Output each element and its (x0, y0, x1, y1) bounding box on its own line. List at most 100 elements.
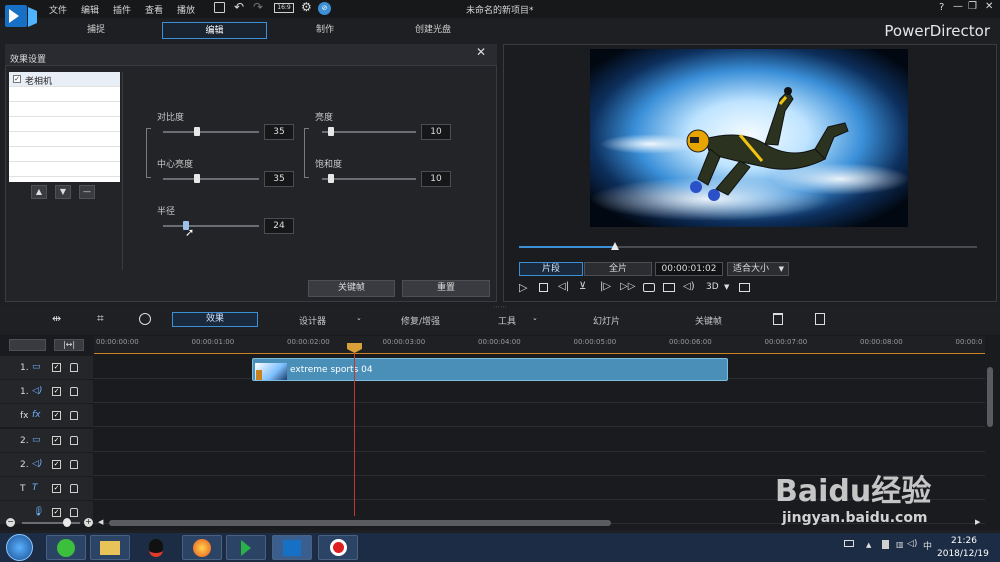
zoom-in-icon[interactable]: + (84, 518, 93, 527)
3d-dropdown-chevron-icon[interactable]: ▼ (724, 283, 729, 291)
volume-icon[interactable]: ◁) (683, 281, 695, 292)
move-down-button[interactable]: ▼ (55, 185, 71, 199)
minimize-button[interactable]: — (953, 1, 963, 12)
saturation-value[interactable]: 10 (421, 171, 451, 187)
taskbar-app-recorder[interactable] (318, 535, 358, 560)
next-frame-icon[interactable]: |▷ (600, 281, 611, 292)
clock-time[interactable]: 21:26 (951, 536, 977, 546)
undock-preview-icon[interactable] (739, 283, 750, 292)
effects-button[interactable]: 效果 (172, 312, 258, 327)
list-item[interactable]: ✓ 老相机 (9, 72, 120, 87)
tray-chevron-icon[interactable]: ▲ (866, 541, 871, 549)
track-lock-icon[interactable] (70, 459, 78, 469)
keyframe-button[interactable]: 关键帧 (308, 280, 395, 297)
tray-flag-icon[interactable] (882, 540, 889, 549)
menu-edit[interactable]: 编辑 (81, 3, 99, 16)
crop-icon[interactable]: ⌗ (97, 311, 104, 326)
subtitle-icon[interactable] (663, 283, 675, 292)
reset-button[interactable]: 重置 (402, 280, 490, 297)
slideshow-menu[interactable]: 幻灯片 (593, 314, 620, 327)
vertical-scrollbar[interactable] (987, 367, 993, 427)
more-options-icon[interactable] (815, 313, 825, 325)
close-panel-icon[interactable]: ✕ (476, 45, 486, 59)
stop-icon[interactable] (539, 283, 548, 292)
tray-network-icon[interactable]: ▥ (896, 540, 904, 549)
split-clip-icon[interactable]: ⇹ (52, 312, 61, 325)
preview-scrubber-handle[interactable] (611, 242, 620, 250)
clip-mode-button[interactable]: 片段 (519, 262, 583, 276)
tab-edit[interactable]: 编辑 (162, 22, 267, 39)
track-visibility-checkbox[interactable]: ✓ (52, 387, 61, 397)
brightness-value[interactable]: 10 (421, 124, 451, 140)
restore-button[interactable]: ❐ (968, 1, 977, 12)
track-lock-icon[interactable] (70, 363, 78, 372)
horizontal-scrollbar[interactable] (109, 520, 611, 526)
effect-checkbox[interactable]: ✓ (13, 75, 21, 83)
track-visibility-checkbox[interactable]: ✓ (52, 508, 61, 518)
scroll-left-icon[interactable]: ◀ (98, 518, 103, 526)
contrast-slider-knob[interactable] (193, 127, 200, 136)
menu-playback[interactable]: 播放 (177, 3, 195, 16)
brightness-slider-knob[interactable] (328, 127, 335, 136)
fit-timeline-button[interactable]: |↔| (54, 339, 84, 351)
tools-menu[interactable]: 工具 (498, 314, 516, 327)
undo-icon[interactable]: ↶ (234, 0, 244, 14)
taskbar-app-powerdirector[interactable] (272, 535, 312, 560)
tools-chevron-icon[interactable]: ⌄ (532, 314, 538, 322)
taskbar-app-explorer[interactable] (90, 535, 130, 560)
center-brightness-slider[interactable] (163, 178, 259, 180)
move-up-button[interactable]: ▲ (31, 185, 47, 199)
redo-icon[interactable]: ↷ (253, 0, 263, 14)
link-chain-icon[interactable] (304, 128, 309, 178)
fast-forward-icon[interactable]: ▷▷ (620, 281, 635, 292)
previous-frame-icon[interactable]: ◁| (558, 281, 569, 292)
taskbar-app-media[interactable] (226, 535, 266, 560)
track-view-button[interactable] (9, 339, 46, 351)
start-button[interactable] (6, 534, 33, 561)
timeline-track-fx[interactable]: fx fx ✓ (0, 404, 985, 428)
fix-enhance-circle-icon[interactable] (139, 313, 151, 325)
zoom-slider-knob[interactable] (63, 518, 71, 527)
remove-effect-button[interactable]: — (79, 185, 95, 199)
track-lock-icon[interactable] (70, 411, 78, 421)
designer-menu[interactable]: 设计器 (299, 314, 326, 327)
track-visibility-checkbox[interactable]: ✓ (52, 435, 61, 445)
track-lock-icon[interactable] (70, 508, 78, 518)
center-brightness-slider-knob[interactable] (193, 174, 200, 183)
center-brightness-value[interactable]: 35 (264, 171, 294, 187)
menu-file[interactable]: 文件 (49, 3, 67, 16)
contrast-value[interactable]: 35 (264, 124, 294, 140)
taskbar-app-firefox[interactable] (182, 535, 222, 560)
mark-icon[interactable]: ⊻ (579, 281, 586, 292)
fix-enhance-menu[interactable]: 修复/增强 (401, 314, 440, 327)
taskbar-app-360[interactable] (46, 535, 86, 560)
movie-mode-button[interactable]: 全片 (584, 262, 652, 276)
tab-create-disc[interactable]: 创建光盘 (395, 22, 471, 39)
trash-icon[interactable] (773, 313, 783, 325)
play-icon[interactable]: ▷ (519, 281, 527, 294)
menu-view[interactable]: 查看 (145, 3, 163, 16)
designer-chevron-icon[interactable]: ⌄ (356, 314, 362, 322)
radius-value[interactable]: 24 (264, 218, 294, 234)
timeline-track-audio[interactable]: 1. ◁) ✓ (0, 380, 985, 404)
saturation-slider-knob[interactable] (328, 174, 335, 183)
notification-icon[interactable]: ⊘ (318, 2, 331, 15)
zoom-slider[interactable] (22, 522, 80, 524)
save-icon[interactable] (214, 2, 225, 13)
taskbar-app-qq[interactable] (136, 535, 176, 560)
saturation-slider[interactable] (322, 178, 416, 180)
tab-capture[interactable]: 捕捉 (60, 22, 132, 39)
track-visibility-checkbox[interactable]: ✓ (52, 363, 61, 372)
keyframe-toolbar-button[interactable]: 关键帧 (695, 314, 722, 327)
track-visibility-checkbox[interactable]: ✓ (52, 484, 61, 493)
3d-mode-button[interactable]: 3D (706, 282, 719, 292)
contrast-slider[interactable] (163, 131, 259, 133)
tray-keyboard-icon[interactable] (844, 540, 854, 547)
brightness-slider[interactable] (322, 131, 416, 133)
settings-gear-icon[interactable]: ⚙ (301, 0, 312, 14)
tab-produce[interactable]: 制作 (290, 22, 360, 39)
fit-size-dropdown[interactable]: 适合大小 ▼ (727, 262, 789, 276)
tray-volume-icon[interactable]: ◁) (907, 539, 917, 549)
track-lock-icon[interactable] (70, 484, 78, 493)
timeline-track-video[interactable]: 2. ▭ ✓ (0, 428, 985, 452)
